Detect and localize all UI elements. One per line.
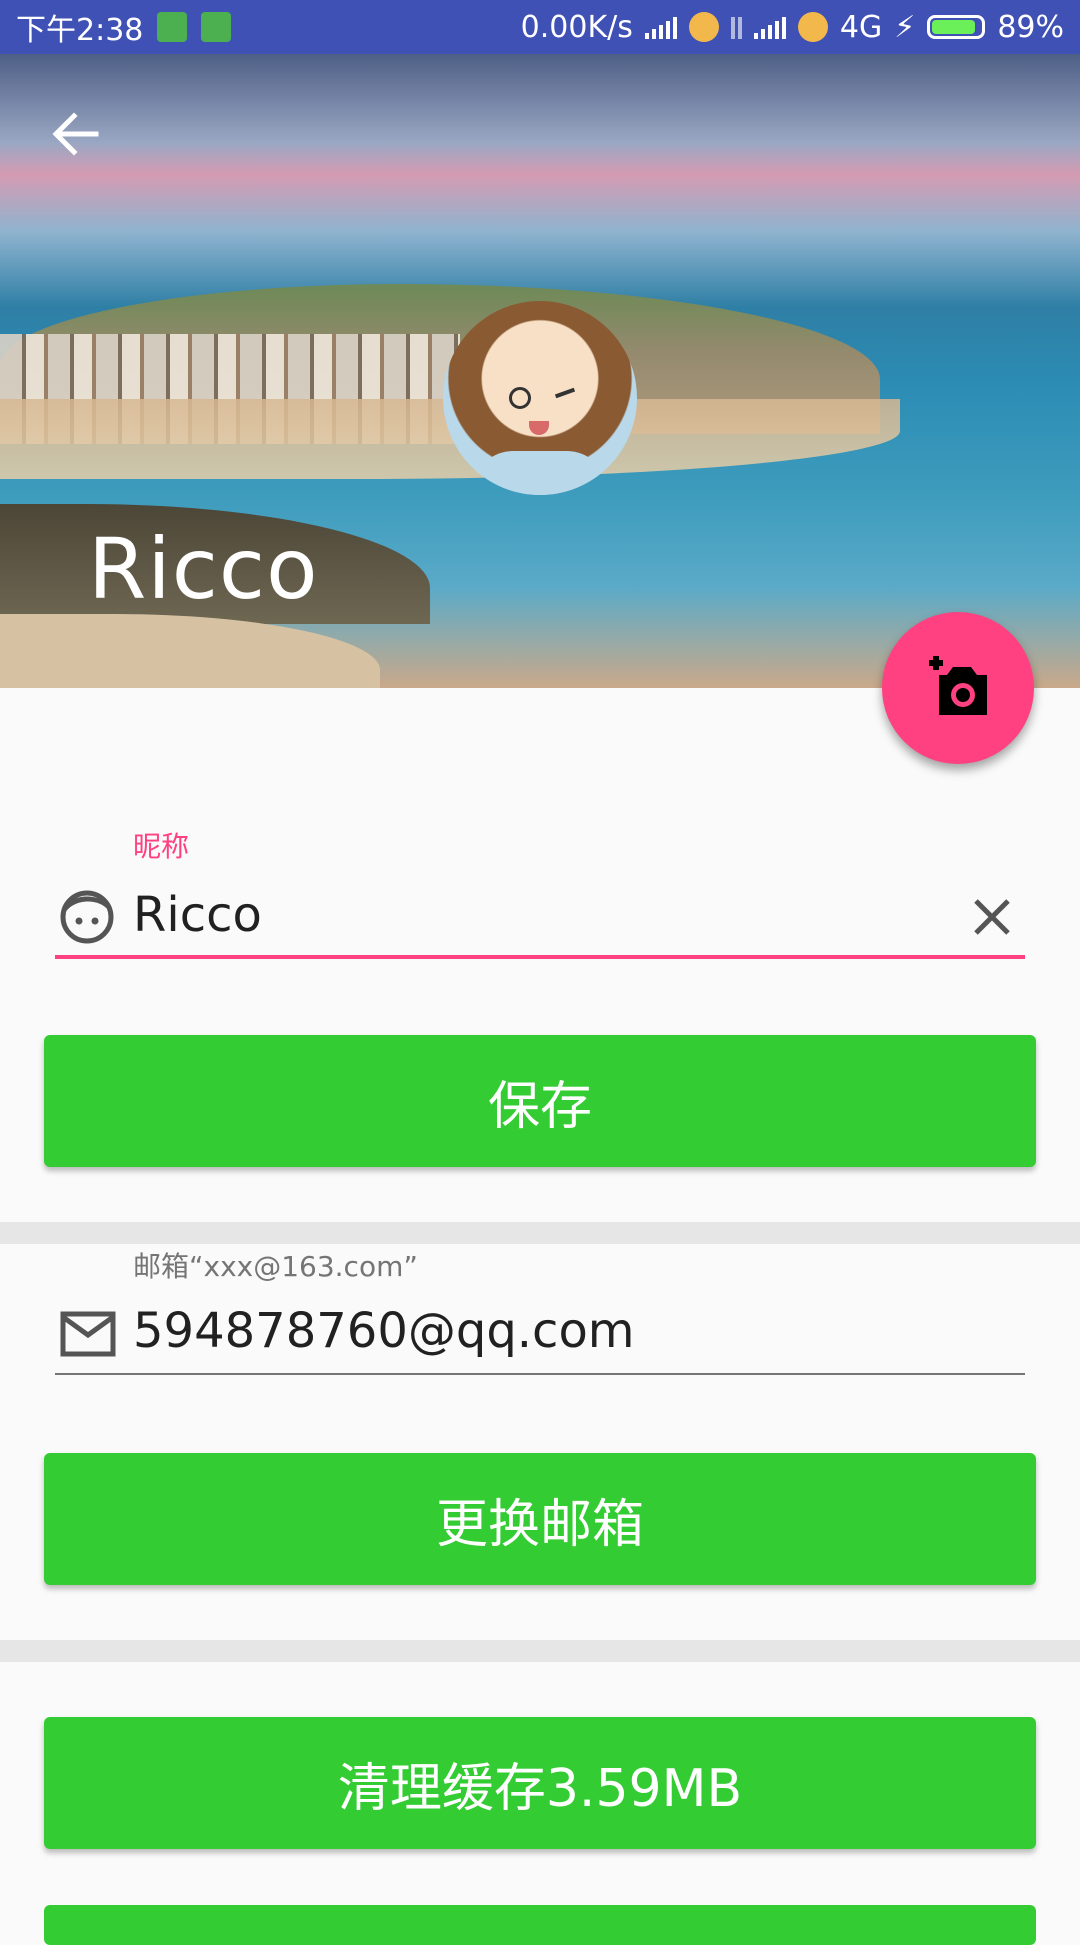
nickname-underline bbox=[55, 955, 1025, 959]
battery-icon bbox=[927, 15, 986, 39]
email-label: 邮箱“xxx@163.com” bbox=[133, 1250, 418, 1283]
change-email-button[interactable]: 更换邮箱 bbox=[44, 1453, 1036, 1585]
mail-icon bbox=[60, 1311, 116, 1357]
signal-icon bbox=[644, 15, 677, 39]
nickname-input[interactable]: Ricco bbox=[133, 887, 262, 943]
emoji-icon bbox=[688, 12, 719, 42]
save-button[interactable]: 保存 bbox=[44, 1035, 1036, 1167]
email-underline bbox=[55, 1373, 1025, 1375]
network-type: 4G bbox=[839, 9, 883, 45]
clear-cache-button[interactable]: 清理缓存3.59MB bbox=[44, 1717, 1036, 1849]
status-time: 下午2:38 bbox=[16, 13, 144, 48]
close-icon[interactable] bbox=[970, 895, 1014, 939]
next-button-partial[interactable] bbox=[44, 1905, 1036, 1945]
face-icon bbox=[60, 890, 114, 944]
email-input[interactable]: 594878760@qq.com bbox=[133, 1303, 635, 1359]
android-icon bbox=[201, 12, 232, 42]
nickname-field[interactable]: 昵称 Ricco bbox=[55, 825, 1025, 965]
net-speed: 0.00K/s bbox=[520, 9, 633, 45]
battery-saver-icon bbox=[157, 12, 188, 42]
data-transfer-icon bbox=[730, 15, 742, 39]
change-photo-button[interactable] bbox=[882, 612, 1034, 764]
signal-icon-2 bbox=[753, 15, 786, 39]
battery-percent: 89% bbox=[997, 9, 1064, 45]
email-field[interactable]: 邮箱“xxx@163.com” 594878760@qq.com bbox=[55, 1245, 1025, 1380]
add-a-photo-icon bbox=[929, 656, 987, 715]
section-divider bbox=[0, 1222, 1080, 1244]
emoji-icon-2 bbox=[797, 12, 828, 42]
arrow-back-icon[interactable] bbox=[50, 108, 102, 160]
nickname-label: 昵称 bbox=[133, 830, 190, 863]
section-divider-2 bbox=[0, 1640, 1080, 1662]
status-bar: 下午2:38 0.00K/s 4G ⚡ 89% bbox=[0, 0, 1080, 54]
profile-name: Ricco bbox=[88, 520, 319, 618]
avatar[interactable] bbox=[443, 301, 637, 495]
header-background-sand bbox=[0, 614, 380, 688]
charging-icon: ⚡ bbox=[894, 9, 916, 45]
